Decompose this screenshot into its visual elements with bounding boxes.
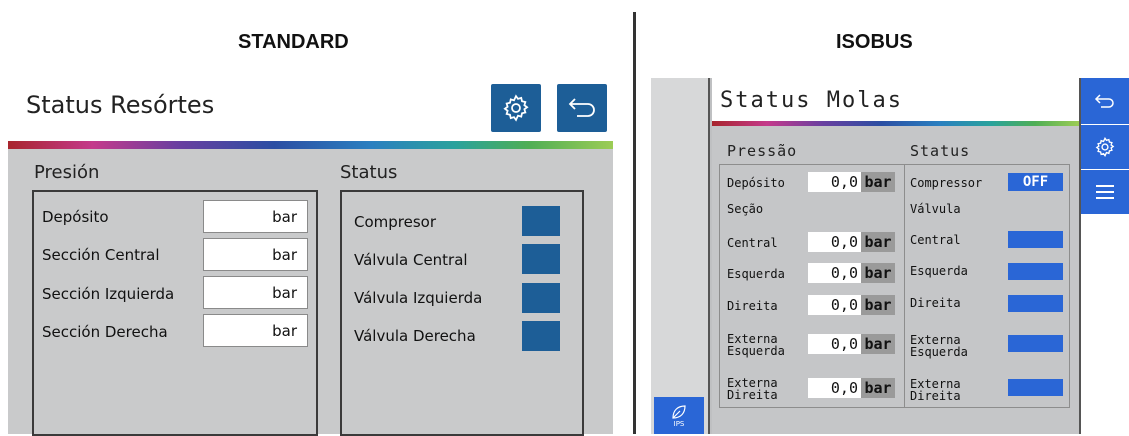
isobus-central-label: Central — [727, 236, 778, 250]
standard-valve-central-indicator — [522, 244, 560, 274]
standard-left-label: Sección Izquierda — [42, 285, 175, 303]
isobus-right-value[interactable]: 0,0 bar — [808, 295, 895, 315]
isobus-compressor-status: OFF — [1008, 173, 1063, 191]
back-arrow-icon — [1094, 94, 1114, 108]
standard-right-label: Sección Derecha — [42, 323, 168, 341]
standard-valve-left-indicator — [522, 283, 560, 313]
isobus-central-unit: bar — [861, 232, 895, 252]
standard-compressor-indicator — [522, 206, 560, 236]
isobus-ext-left-number: 0,0 — [808, 334, 861, 354]
isobus-ext-left-value[interactable]: 0,0 bar — [808, 334, 895, 354]
isobus-right-number: 0,0 — [808, 295, 861, 315]
isobus-left-label: Esquerda — [727, 267, 785, 281]
isobus-valve-central-label: Central — [910, 233, 961, 247]
isobus-settings-button[interactable] — [1081, 125, 1129, 169]
isobus-column-separator — [904, 164, 905, 408]
standard-deposit-field[interactable]: bar — [203, 200, 308, 233]
isobus-left-value[interactable]: 0,0 bar — [808, 263, 895, 283]
isobus-central-number: 0,0 — [808, 232, 861, 252]
menu-icon — [1096, 185, 1114, 199]
leaf-icon — [672, 404, 686, 419]
isobus-valve-right-label: Direita — [910, 296, 961, 310]
gear-icon — [1095, 136, 1115, 158]
standard-central-label: Sección Central — [42, 246, 160, 264]
ips-label: IPS — [673, 419, 685, 428]
isobus-valve-left-indicator — [1008, 263, 1063, 280]
isobus-ext-left-unit: bar — [861, 334, 895, 354]
isobus-valve-ext-left-indicator — [1008, 335, 1063, 352]
isobus-color-bar — [712, 121, 1079, 126]
isobus-valve-central-indicator — [1008, 231, 1063, 248]
standard-valve-right-indicator — [522, 321, 560, 351]
standard-color-bar — [8, 141, 613, 149]
isobus-valve-ext-right-indicator — [1008, 379, 1063, 396]
isobus-left-number: 0,0 — [808, 263, 861, 283]
standard-back-button[interactable] — [557, 84, 607, 132]
standard-header: STANDARD — [238, 31, 349, 53]
isobus-valve-right-indicator — [1008, 295, 1063, 312]
isobus-left-unit: bar — [861, 263, 895, 283]
gear-icon — [503, 94, 529, 122]
isobus-valve-label: Válvula — [910, 202, 961, 216]
isobus-ext-right-number: 0,0 — [808, 378, 861, 398]
isobus-data-box — [719, 164, 1070, 408]
isobus-deposit-label: Depósito — [727, 176, 785, 190]
standard-left-field[interactable]: bar — [203, 276, 308, 309]
isobus-valve-ext-right-label-2: Direita — [910, 389, 961, 403]
isobus-valve-left-label: Esquerda — [910, 264, 968, 278]
isobus-right-label: Direita — [727, 299, 778, 313]
standard-status-label: Status — [340, 162, 398, 183]
isobus-ext-right-unit: bar — [861, 378, 895, 398]
standard-deposit-label: Depósito — [42, 208, 109, 226]
isobus-compressor-label: Compressor — [910, 176, 983, 190]
standard-settings-button[interactable] — [491, 84, 541, 132]
isobus-ext-right-label-2: Direita — [727, 388, 778, 402]
standard-compressor-label: Compresor — [354, 213, 437, 231]
standard-valve-left-label: Válvula Izquierda — [354, 289, 483, 307]
isobus-left-column — [651, 78, 710, 434]
back-arrow-icon — [568, 98, 595, 117]
isobus-central-value[interactable]: 0,0 bar — [808, 232, 895, 252]
isobus-back-button[interactable] — [1081, 78, 1129, 124]
isobus-header: ISOBUS — [836, 31, 913, 53]
isobus-deposit-unit: bar — [861, 172, 895, 192]
isobus-pressure-label: Pressão — [727, 142, 798, 160]
standard-central-field[interactable]: bar — [203, 238, 308, 271]
panel-divider — [633, 12, 636, 434]
isobus-menu-button[interactable] — [1081, 170, 1129, 214]
standard-page-title: Status Resórtes — [26, 91, 215, 119]
isobus-status-label: Status — [910, 142, 971, 160]
isobus-deposit-value[interactable]: 0,0 bar — [808, 172, 895, 192]
standard-valve-central-label: Válvula Central — [354, 251, 468, 269]
isobus-ext-left-label-2: Esquerda — [727, 344, 785, 358]
isobus-ext-right-value[interactable]: 0,0 bar — [808, 378, 895, 398]
isobus-section-label: Seção — [727, 202, 764, 216]
isobus-deposit-number: 0,0 — [808, 172, 861, 192]
standard-pressure-label: Presión — [34, 162, 100, 183]
standard-valve-right-label: Válvula Derecha — [354, 327, 476, 345]
isobus-page-title: Status Molas — [720, 88, 903, 113]
standard-right-field[interactable]: bar — [203, 314, 308, 347]
ips-button[interactable]: IPS — [654, 397, 704, 434]
isobus-valve-ext-left-label-2: Esquerda — [910, 345, 968, 359]
isobus-right-unit: bar — [861, 295, 895, 315]
